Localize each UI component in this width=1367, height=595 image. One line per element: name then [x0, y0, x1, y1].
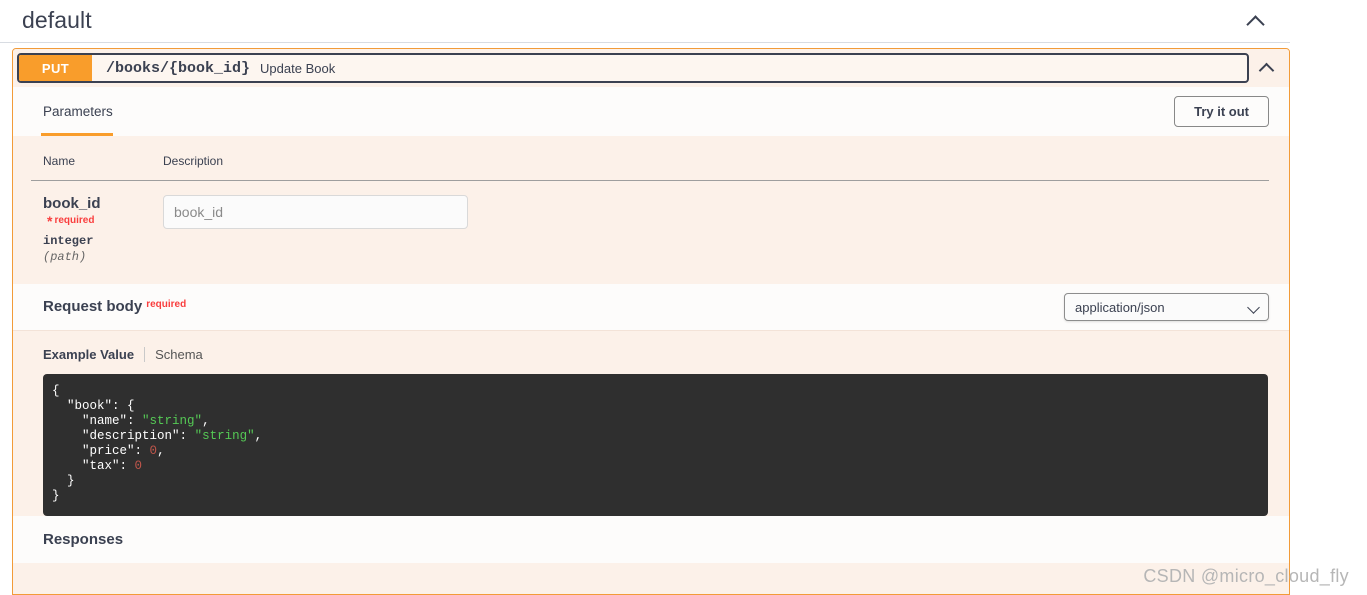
operation-block-put-books-book-id: PUT /books/{book_id} Update Book Paramet… — [12, 48, 1290, 595]
request-body-header: Request body required application/json — [13, 284, 1289, 331]
operation-path: /books/{book_id} — [106, 59, 251, 77]
tab-parameters[interactable]: Parameters — [31, 87, 113, 136]
parameter-required-label: required — [54, 215, 95, 226]
request-body-example-section: Example Value Schema { "book": { "name":… — [13, 331, 1289, 516]
swagger-ui-page: default PUT /books/{book_id} Update Book… — [0, 0, 1367, 595]
parameter-location: (path) — [43, 250, 87, 264]
chevron-up-icon — [1258, 59, 1276, 77]
parameters-table: Name Description book_id* required intege… — [31, 136, 1269, 284]
tab-example-value[interactable]: Example Value — [43, 347, 134, 362]
request-body-title-wrap: Request body required — [43, 298, 186, 316]
responses-title: Responses — [43, 531, 124, 548]
operation-summary-clickable[interactable]: PUT /books/{book_id} Update Book — [17, 53, 1249, 83]
tab-parameters-label: Parameters — [43, 104, 113, 119]
tag-section-header[interactable]: default — [0, 0, 1290, 43]
content-type-select[interactable]: application/json — [1064, 293, 1269, 321]
column-header-description: Description — [151, 136, 1269, 181]
parameter-type: integer — [43, 234, 94, 248]
search-input-book-id[interactable] — [163, 195, 468, 229]
tag-collapse-toggle[interactable] — [1244, 9, 1268, 33]
request-body-title: Request body — [43, 298, 143, 315]
chevron-down-icon — [1248, 301, 1260, 313]
table-row: book_id* required integer (path) — [31, 181, 1269, 285]
table-header-row: Name Description — [31, 136, 1269, 181]
content-type-value: application/json — [1075, 299, 1165, 315]
operation-collapse-toggle[interactable] — [1249, 53, 1285, 83]
page-title: default — [22, 6, 92, 33]
tab-schema[interactable]: Schema — [155, 347, 203, 362]
responses-section-header: Responses — [13, 516, 1289, 563]
parameter-name: book_id — [43, 195, 101, 212]
tab-divider — [144, 347, 146, 362]
operation-tab-row: Parameters Try it out — [13, 87, 1289, 136]
request-body-required-label: required — [146, 299, 187, 310]
parameter-input-cell — [151, 181, 1269, 285]
operation-summary-bar: PUT /books/{book_id} Update Book — [13, 49, 1289, 87]
parameters-section: Name Description book_id* required intege… — [13, 136, 1289, 284]
operation-summary-text: Update Book — [260, 60, 336, 76]
http-method-badge: PUT — [19, 55, 92, 81]
example-tab-row: Example Value Schema — [43, 347, 1269, 362]
parameter-name-cell: book_id* required integer (path) — [31, 181, 151, 285]
example-value-code-block: { "book": { "name": "string", "descripti… — [43, 374, 1268, 516]
column-header-name: Name — [31, 136, 151, 181]
chevron-up-icon — [1247, 12, 1265, 30]
try-it-out-button[interactable]: Try it out — [1174, 96, 1269, 127]
